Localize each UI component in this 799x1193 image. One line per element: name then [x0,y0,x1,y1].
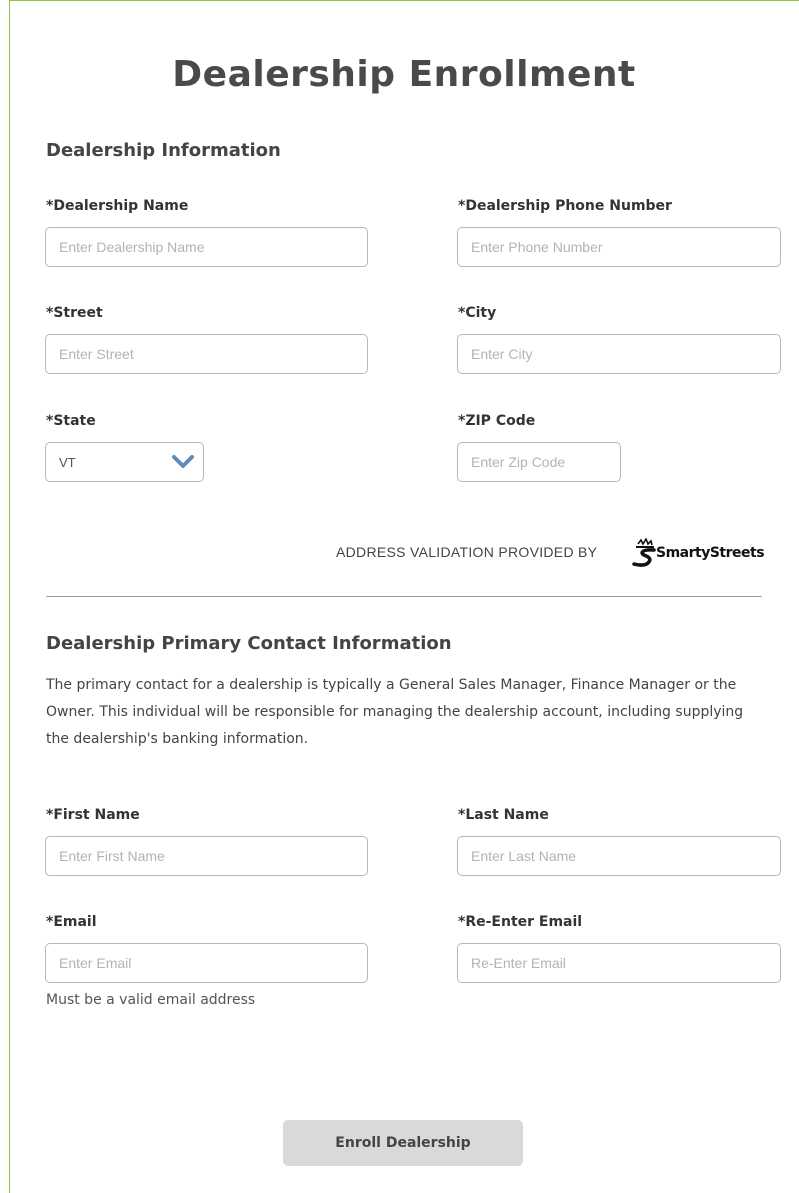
state-label: *State [46,413,96,429]
street-label: *Street [46,305,103,321]
chevron-down-icon [172,455,194,468]
city-label: *City [458,305,497,321]
page-title: Dealership Enrollment [172,54,636,95]
last-name-label: *Last Name [458,807,549,823]
dealership-info-heading: Dealership Information [46,140,281,161]
email-input[interactable] [45,943,368,983]
address-validation-text: ADDRESS VALIDATION PROVIDED BY [336,544,598,560]
email-label: *Email [46,914,97,930]
state-select-value: VT [59,455,76,470]
dealership-phone-label: *Dealership Phone Number [458,198,672,214]
first-name-input[interactable] [45,836,368,876]
section-divider [46,596,762,597]
state-select[interactable]: VT [45,442,204,482]
dealership-phone-input[interactable] [457,227,781,267]
dealership-name-input[interactable] [45,227,368,267]
zip-input[interactable] [457,442,621,482]
zip-label: *ZIP Code [458,413,536,429]
smartystreets-logo: SmartyStreets [632,538,765,568]
enroll-dealership-button[interactable]: Enroll Dealership [283,1120,523,1166]
city-input[interactable] [457,334,781,374]
street-input[interactable] [45,334,368,374]
last-name-input[interactable] [457,836,781,876]
primary-contact-heading: Dealership Primary Contact Information [46,633,452,654]
email-help-text: Must be a valid email address [46,992,256,1008]
dealership-name-label: *Dealership Name [46,198,189,214]
first-name-label: *First Name [46,807,140,823]
reenter-email-label: *Re-Enter Email [458,914,583,930]
smartystreets-logo-text: SmartyStreets [656,545,765,561]
primary-contact-description: The primary contact for a dealership is … [46,677,744,747]
reenter-email-input[interactable] [457,943,781,983]
